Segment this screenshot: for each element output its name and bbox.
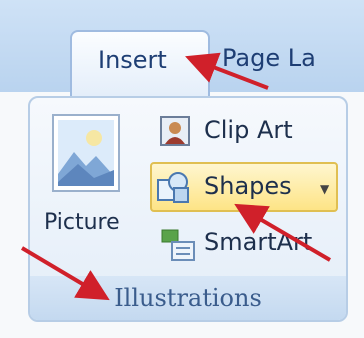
tab-insert[interactable]: Insert bbox=[70, 30, 210, 96]
picture-label: Picture bbox=[44, 210, 120, 235]
shapes-label: Shapes bbox=[204, 172, 292, 200]
smartart-label: SmartArt bbox=[204, 228, 313, 256]
clip-art-label: Clip Art bbox=[204, 116, 293, 144]
shapes-icon bbox=[156, 170, 192, 208]
picture-button[interactable]: Picture bbox=[40, 106, 144, 274]
group-footer: Illustrations bbox=[30, 276, 346, 320]
smartart-icon bbox=[160, 228, 196, 266]
shapes-button[interactable]: Shapes ▼ bbox=[150, 162, 338, 212]
group-label: Illustrations bbox=[114, 284, 262, 312]
tab-insert-label: Insert bbox=[98, 46, 167, 74]
clip-art-icon bbox=[160, 116, 190, 150]
smartart-button[interactable]: SmartArt bbox=[156, 224, 336, 264]
picture-icon bbox=[52, 114, 120, 192]
tab-page-layout[interactable]: Page La bbox=[222, 44, 316, 72]
chevron-down-icon[interactable]: ▼ bbox=[320, 182, 329, 196]
clip-art-button[interactable]: Clip Art bbox=[156, 112, 326, 152]
